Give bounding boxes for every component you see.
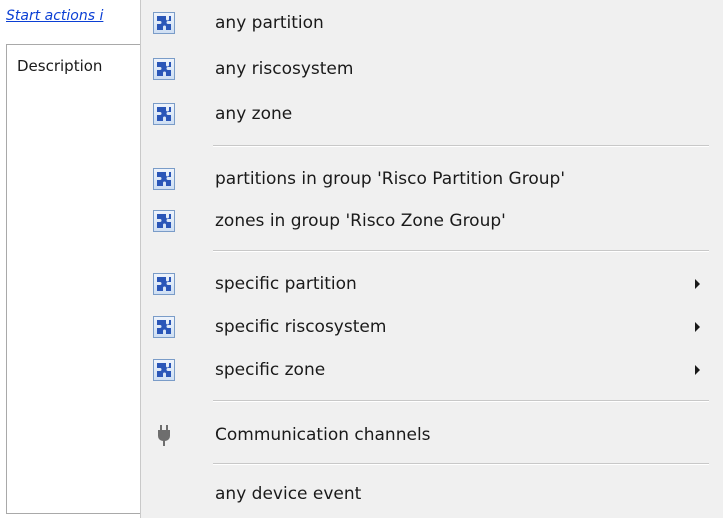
menu-separator [213, 250, 709, 252]
puzzle-icon [143, 12, 185, 34]
menu-item-any-zone[interactable]: any zone [143, 92, 718, 136]
menu-item-partitions-in-group[interactable]: partitions in group 'Risco Partition Gro… [143, 157, 718, 201]
menu-item-label: zones in group 'Risco Zone Group' [215, 211, 506, 231]
menu-item-any-riscosystem[interactable]: any riscosystem [143, 47, 718, 91]
menu-item-label: any device event [215, 484, 362, 504]
menu-item-specific-riscosystem[interactable]: specific riscosystem [143, 305, 718, 349]
menu-separator [213, 145, 709, 147]
menu-item-label: specific riscosystem [215, 317, 387, 337]
menu-item-any-partition[interactable]: any partition [143, 1, 718, 45]
menu-item-label: specific zone [215, 360, 326, 380]
menu-item-label: any zone [215, 104, 293, 124]
submenu-arrow-icon [695, 365, 700, 375]
menu-item-label: Communication channels [215, 425, 431, 445]
menu-item-label: any riscosystem [215, 59, 354, 79]
submenu-arrow-icon [695, 279, 700, 289]
menu-separator [213, 463, 709, 465]
menu-item-label: specific partition [215, 274, 357, 294]
puzzle-icon [143, 273, 185, 295]
submenu-arrow-icon [695, 322, 700, 332]
menu-item-label: partitions in group 'Risco Partition Gro… [215, 169, 565, 189]
puzzle-icon [143, 210, 185, 232]
menu-item-any-device-event[interactable]: any device event [143, 472, 718, 516]
puzzle-icon [143, 316, 185, 338]
puzzle-icon [143, 58, 185, 80]
plug-icon [143, 424, 185, 446]
menu-item-specific-partition[interactable]: specific partition [143, 262, 718, 306]
puzzle-icon [143, 103, 185, 125]
menu-item-specific-zone[interactable]: specific zone [143, 348, 718, 392]
menu-item-zones-in-group[interactable]: zones in group 'Risco Zone Group' [143, 199, 718, 243]
context-menu: any partition any riscosystem any zone p… [140, 0, 723, 518]
puzzle-icon [143, 359, 185, 381]
menu-separator [213, 400, 709, 402]
description-label: Description [17, 57, 103, 75]
start-actions-link[interactable]: Start actions i [6, 8, 103, 24]
menu-item-label: any partition [215, 13, 324, 33]
puzzle-icon [143, 168, 185, 190]
menu-item-communication-channels[interactable]: Communication channels [143, 413, 718, 457]
